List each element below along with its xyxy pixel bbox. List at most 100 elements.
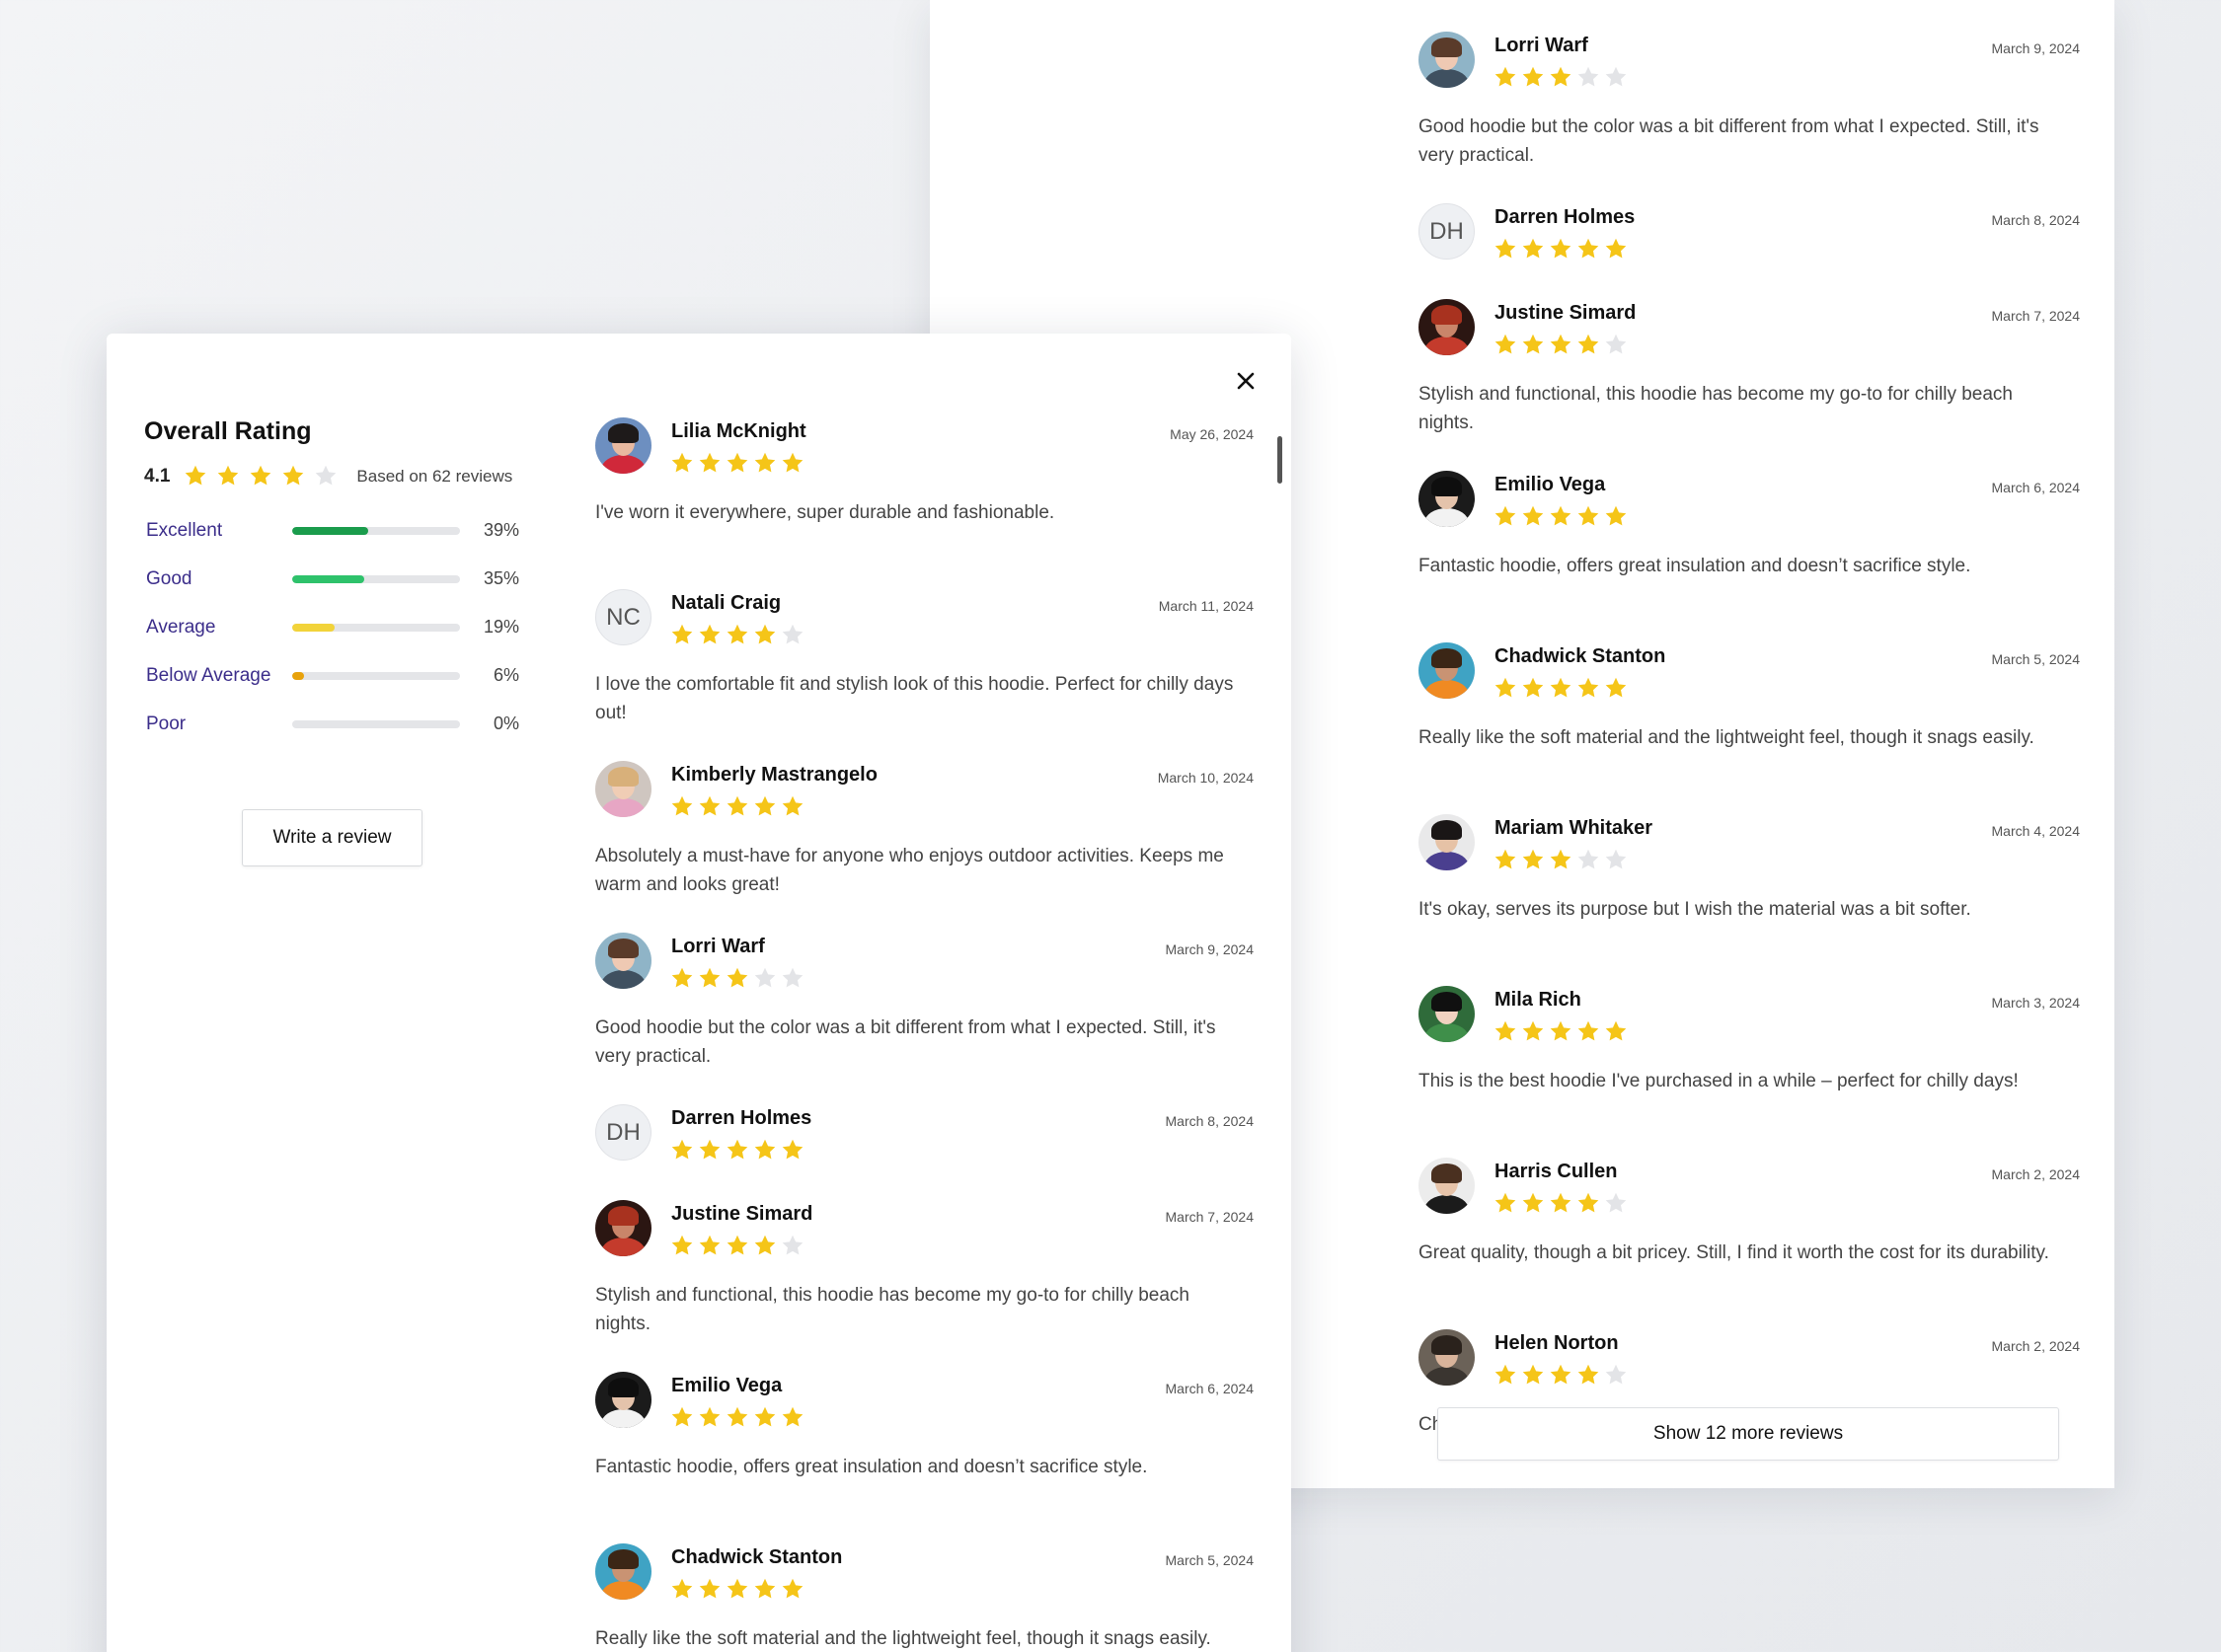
review-stars [670, 1405, 808, 1431]
star-icon [670, 451, 698, 477]
star-icon [1604, 237, 1632, 263]
reviewer-name: Justine Simard [671, 1203, 813, 1225]
reviewer-name: Lorri Warf [1494, 35, 1588, 56]
avatar-hair [608, 767, 639, 787]
star-icon [184, 464, 216, 489]
avatar [1418, 642, 1475, 699]
review-date: March 7, 2024 [1991, 308, 2081, 324]
write-review-button[interactable]: Write a review [242, 809, 422, 866]
avatar-shoulders [1424, 680, 1469, 699]
review-stars [1493, 848, 1632, 873]
review-date: March 11, 2024 [1158, 598, 1254, 614]
back-review-list: Lorri Warf March 9, 2024 Good hoodie but t… [1418, 32, 2080, 1501]
star-icon [670, 1234, 698, 1259]
star-icon [1604, 333, 1632, 358]
reviewer-name: Natali Craig [671, 592, 782, 614]
distribution-label[interactable]: Poor [146, 713, 186, 735]
reviews-modal: Overall Rating 4.1 Based on 62 reviews E… [107, 334, 1291, 1652]
distribution-bar [292, 574, 460, 583]
star-icon [249, 464, 281, 489]
review-stars [670, 1234, 808, 1259]
review-item: Lorri Warf March 9, 2024 Good hoodie but t… [1418, 32, 2080, 203]
star-icon [1493, 1019, 1521, 1045]
avatar [1418, 471, 1475, 527]
review-text: It's okay, serves its purpose but I wish… [1418, 899, 1971, 920]
star-icon [1604, 1363, 1632, 1389]
star-icon [670, 966, 698, 992]
avatar [595, 933, 651, 989]
distribution-row: Good 35% [144, 555, 559, 603]
distribution-percent: 19% [483, 617, 519, 637]
star-icon [781, 966, 808, 992]
avatar [595, 1200, 651, 1256]
review-stars [1493, 504, 1632, 530]
star-icon [781, 1577, 808, 1603]
review-item: Justine Simard March 7, 2024 Stylish and f… [1418, 299, 2080, 471]
star-icon [1549, 237, 1576, 263]
avatar-shoulders [1424, 1195, 1469, 1214]
review-date: March 5, 2024 [1991, 651, 2081, 667]
scrollbar-thumb[interactable] [1277, 436, 1282, 484]
reviewer-name: Helen Norton [1494, 1332, 1619, 1354]
star-icon [781, 623, 808, 648]
star-icon [1576, 1191, 1604, 1217]
review-date: March 8, 2024 [1991, 212, 2081, 228]
review-item: Emilio Vega March 6, 2024 Fantastic hoodie… [1418, 471, 2080, 642]
avatar: DH [1418, 203, 1475, 260]
distribution-percent: 0% [493, 713, 519, 733]
star-icon [698, 1234, 726, 1259]
star-icon [698, 794, 726, 820]
avatar-hair [608, 423, 639, 443]
star-icon [726, 966, 753, 992]
review-item: Justine Simard March 7, 2024 Stylish and f… [595, 1200, 1254, 1372]
review-stars [670, 623, 808, 648]
star-icon [726, 794, 753, 820]
review-item: Emilio Vega March 6, 2024 Fantastic hoodie… [595, 1372, 1254, 1543]
star-icon [1576, 504, 1604, 530]
star-icon [1604, 504, 1632, 530]
avatar-shoulders [1424, 1367, 1469, 1386]
star-icon [1549, 65, 1576, 91]
distribution-label[interactable]: Average [146, 617, 215, 638]
star-icon [698, 623, 726, 648]
review-item: NC Natali Craig March 11, 2024 I love the c… [595, 589, 1254, 761]
review-date: March 2, 2024 [1991, 1338, 2081, 1354]
review-stars [1493, 333, 1632, 358]
star-icon [1604, 676, 1632, 702]
star-icon [726, 1405, 753, 1431]
avatar-shoulders [601, 455, 646, 474]
distribution-label[interactable]: Below Average [146, 665, 270, 687]
review-stars [670, 1138, 808, 1164]
star-icon [1604, 1191, 1632, 1217]
average-score: 4.1 [144, 466, 171, 487]
avatar [595, 417, 651, 474]
star-icon [753, 794, 781, 820]
star-icon [1521, 1191, 1549, 1217]
star-icon [726, 1138, 753, 1164]
show-more-reviews-button[interactable]: Show 12 more reviews [1437, 1407, 2059, 1461]
star-icon [1549, 1019, 1576, 1045]
star-icon [753, 623, 781, 648]
distribution-label[interactable]: Good [146, 568, 191, 590]
overall-rating-title: Overall Rating [144, 417, 312, 445]
review-item: Kimberly Mastrangelo March 10, 2024 Absolu… [595, 761, 1254, 933]
distribution-label[interactable]: Excellent [146, 520, 222, 542]
star-icon [1576, 676, 1604, 702]
avatar [595, 1543, 651, 1600]
review-stars [1493, 65, 1632, 91]
avatar-shoulders [1424, 1023, 1469, 1042]
star-icon [1549, 1363, 1576, 1389]
close-button[interactable] [1222, 357, 1269, 405]
star-icon [1549, 504, 1576, 530]
avatar-hair [1431, 1335, 1462, 1355]
star-icon [1549, 1191, 1576, 1217]
star-icon [1576, 848, 1604, 873]
reviewer-name: Lorri Warf [671, 936, 765, 957]
distribution-bar [292, 623, 460, 632]
star-icon [726, 1577, 753, 1603]
distribution-row: Poor 0% [144, 700, 559, 748]
star-icon [1521, 676, 1549, 702]
star-icon [753, 1234, 781, 1259]
star-icon [1549, 676, 1576, 702]
star-icon [1604, 1019, 1632, 1045]
